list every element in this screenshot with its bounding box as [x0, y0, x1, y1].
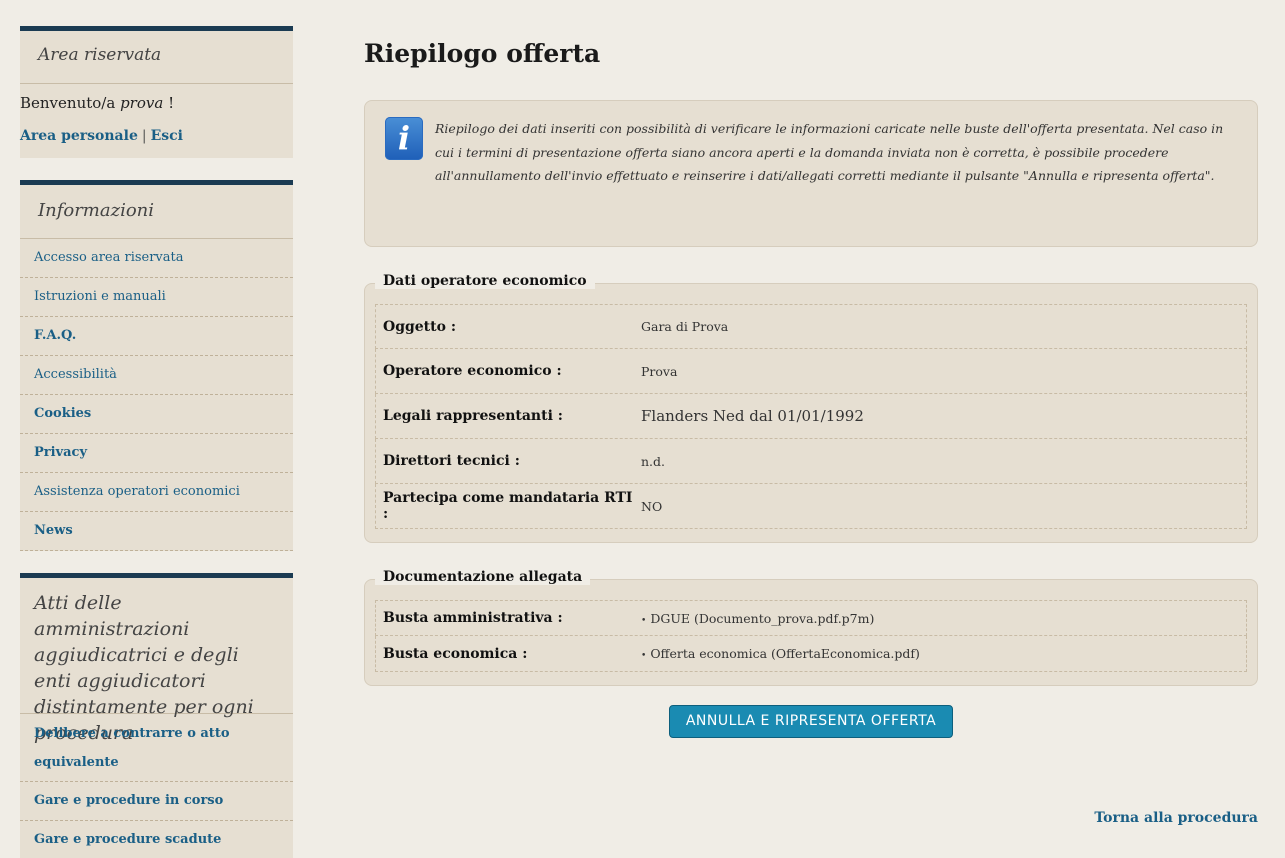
- nav-delibere-a-contrarre[interactable]: Delibere a contrarre o atto equivalente: [20, 714, 293, 782]
- row-label: Oggetto :: [383, 318, 456, 335]
- nav-cookies[interactable]: Cookies: [20, 395, 293, 434]
- informazioni-box: Informazioni Accesso area riservata Istr…: [20, 180, 293, 551]
- annulla-ripresenta-button[interactable]: ANNULLA E RIPRESENTA OFFERTA: [668, 705, 954, 738]
- row-label: Operatore economico :: [383, 363, 562, 379]
- table-row: Busta economica : • Offerta economica (Of…: [375, 636, 1247, 672]
- welcome-text: Benvenuto/a prova !: [20, 84, 293, 124]
- torna-alla-procedura-link[interactable]: Torna alla procedura: [1094, 810, 1258, 826]
- welcome-username: prova: [120, 94, 164, 112]
- row-label: Legali rappresentanti :: [383, 408, 563, 424]
- area-personale-link[interactable]: Area personale: [20, 128, 138, 144]
- info-box: i Riepilogo dei dati inseriti con possib…: [364, 100, 1258, 247]
- esci-link[interactable]: Esci: [151, 128, 183, 144]
- document-name: DGUE (Documento_prova.pdf.p7m): [650, 610, 875, 626]
- row-label: Busta amministrativa :: [383, 610, 563, 626]
- row-value: NO: [641, 498, 663, 514]
- nav-privacy[interactable]: Privacy: [20, 434, 293, 473]
- nav-gare-in-corso[interactable]: Gare e procedure in corso: [20, 782, 293, 821]
- operatore-table: Oggetto : Gara di Prova Operatore econom…: [375, 304, 1247, 529]
- nav-assistenza-operatori[interactable]: Assistenza operatori economici: [20, 473, 293, 512]
- row-value: • Offerta economica (OffertaEconomica.pdf…: [641, 646, 920, 661]
- row-label: Partecipa come mandataria RTI :: [383, 490, 633, 522]
- informazioni-title: Informazioni: [20, 185, 293, 239]
- welcome-panel: Benvenuto/a prova ! Area personale | Esci: [20, 84, 293, 158]
- nav-accesso-area-riservata[interactable]: Accesso area riservata: [20, 239, 293, 278]
- row-label: Busta economica :: [383, 645, 528, 662]
- bullet-icon: •: [641, 651, 647, 661]
- action-row: ANNULLA E RIPRESENTA OFFERTA: [364, 705, 1258, 738]
- area-riservata-box: Area riservata: [20, 26, 293, 84]
- row-value: Flanders Ned dal 01/01/1992: [641, 407, 864, 425]
- nav-faq[interactable]: F.A.Q.: [20, 317, 293, 356]
- row-value: n.d.: [641, 453, 665, 469]
- page-title: Riepilogo offerta: [364, 39, 601, 68]
- nav-news[interactable]: News: [20, 512, 293, 551]
- nav-istruzioni-e-manuali[interactable]: Istruzioni e manuali: [20, 278, 293, 317]
- bullet-icon: •: [641, 615, 647, 626]
- row-value: Gara di Prova: [641, 319, 729, 334]
- document-name: Offerta economica (OffertaEconomica.pdf): [650, 646, 920, 661]
- nav-accessibilita[interactable]: Accessibilità: [20, 356, 293, 395]
- row-value: • DGUE (Documento_prova.pdf.p7m): [641, 611, 874, 626]
- nav-gare-scadute[interactable]: Gare e procedure scadute: [20, 821, 293, 858]
- documentazione-fieldset: Documentazione allegata Busta amministra…: [364, 569, 1258, 686]
- row-value: Prova: [641, 363, 678, 379]
- operatore-legend: Dati operatore economico: [375, 273, 595, 289]
- table-row: Partecipa come mandataria RTI : NO: [375, 484, 1247, 529]
- table-row: Operatore economico : Prova: [375, 349, 1247, 394]
- welcome-links: Area personale | Esci: [20, 124, 293, 158]
- info-icon: i: [385, 117, 423, 160]
- info-text: Riepilogo dei dati inseriti con possibil…: [435, 121, 1224, 183]
- atti-box: Atti delle amministrazioni aggiudicatric…: [20, 573, 293, 858]
- atti-title: Atti delle amministrazioni aggiudicatric…: [20, 578, 293, 744]
- operatore-fieldset: Dati operatore economico Oggetto : Gara …: [364, 273, 1258, 543]
- table-row: Busta amministrativa : • DGUE (Documento_…: [375, 600, 1247, 636]
- welcome-suffix: !: [163, 94, 175, 112]
- welcome-prefix: Benvenuto/a: [20, 94, 121, 112]
- table-row: Oggetto : Gara di Prova: [375, 304, 1247, 349]
- row-label: Direttori tecnici :: [383, 453, 520, 469]
- link-separator: |: [141, 128, 147, 144]
- documentazione-legend: Documentazione allegata: [375, 569, 591, 585]
- area-riservata-title: Area riservata: [20, 31, 293, 84]
- sidebar: Area riservata Benvenuto/a prova ! Area …: [20, 26, 293, 858]
- documentazione-table: Busta amministrativa : • DGUE (Documento_…: [375, 600, 1247, 672]
- main-content: Riepilogo offerta i Riepilogo dei dati i…: [364, 30, 1258, 738]
- table-row: Legali rappresentanti : Flanders Ned dal…: [375, 394, 1247, 439]
- table-row: Direttori tecnici : n.d.: [375, 439, 1247, 484]
